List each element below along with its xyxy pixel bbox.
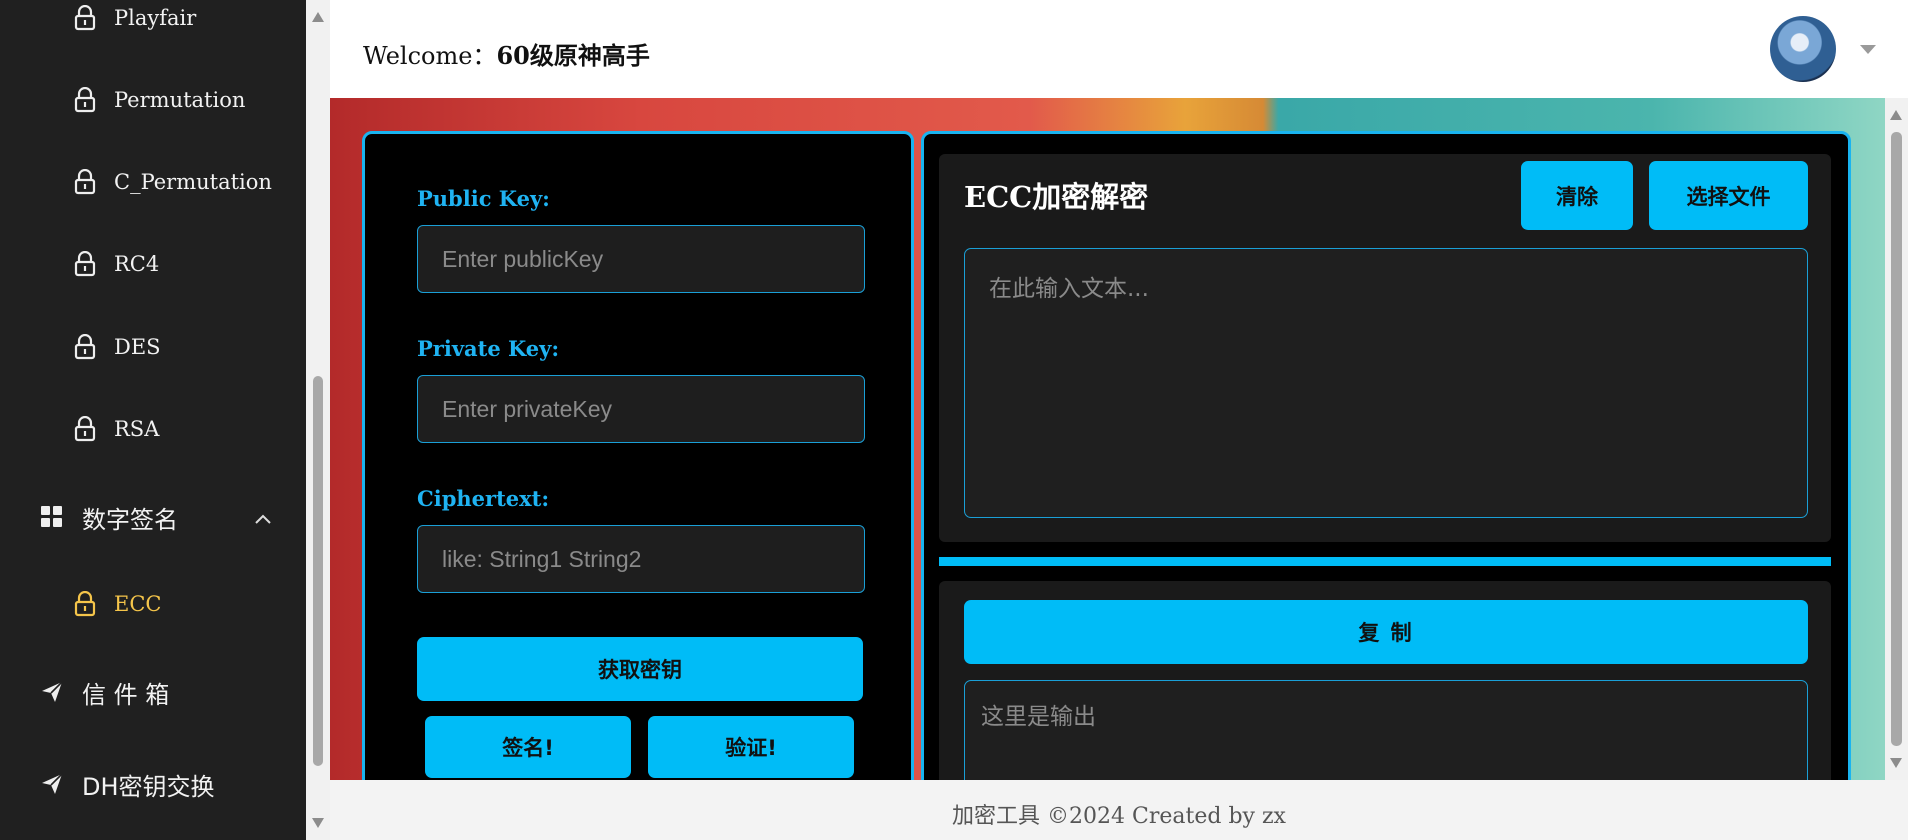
sidebar-item-label: Permutation xyxy=(114,88,246,112)
header: Welcome：60级原神高手 xyxy=(330,0,1908,98)
lock-icon xyxy=(72,85,98,115)
text-input[interactable] xyxy=(964,248,1808,518)
sidebar-item-label: Playfair xyxy=(114,6,197,30)
footer: 加密工具 ©2024 Created by zx xyxy=(330,780,1908,840)
sidebar-item-c-permutation[interactable]: C_Permutation xyxy=(0,162,306,202)
sidebar-scrollbar[interactable] xyxy=(306,0,330,840)
lock-icon xyxy=(72,332,98,362)
ciphertext-label: Ciphertext: xyxy=(417,486,550,511)
ecc-panel: ECC加密解密 清除 选择文件 复 制 xyxy=(921,131,1851,820)
key-panel: Public Key: Private Key: Ciphertext: 获取密… xyxy=(362,131,914,791)
sidebar-item-dh-exchange[interactable]: DH密钥交换 xyxy=(0,764,306,804)
copy-button[interactable]: 复 制 xyxy=(964,600,1808,664)
footer-text: 加密工具 ©2024 Created by zx xyxy=(952,804,1286,829)
sidebar-item-label: RC4 xyxy=(114,252,160,276)
welcome-text: Welcome：60级原神高手 xyxy=(363,36,650,71)
sidebar: Playfair Permutation C_Permutation RC4 D… xyxy=(0,0,306,840)
public-key-label: Public Key: xyxy=(417,186,550,211)
input-card: ECC加密解密 清除 选择文件 xyxy=(939,154,1831,542)
sidebar-item-mailbox[interactable]: 信 件 箱 xyxy=(0,672,306,712)
grid-icon xyxy=(38,503,66,531)
panel-title: ECC加密解密 xyxy=(964,180,1149,214)
choose-file-button[interactable]: 选择文件 xyxy=(1649,161,1808,230)
sidebar-item-des[interactable]: DES xyxy=(0,327,306,367)
lock-icon xyxy=(72,249,98,279)
sign-button[interactable]: 签名! xyxy=(425,716,631,778)
sidebar-item-label: ECC xyxy=(114,592,162,616)
clear-button[interactable]: 清除 xyxy=(1521,161,1633,230)
lock-icon xyxy=(72,3,98,33)
sidebar-item-ecc[interactable]: ECC xyxy=(0,584,306,624)
lock-icon xyxy=(72,167,98,197)
sidebar-item-label: C_Permutation xyxy=(114,170,272,194)
sidebar-group-digital-signature[interactable]: 数字签名 xyxy=(0,497,306,537)
send-icon xyxy=(38,678,66,706)
private-key-label: Private Key: xyxy=(417,336,560,361)
main-scrollbar[interactable] xyxy=(1885,98,1908,780)
lock-icon xyxy=(72,589,98,619)
scroll-down-arrow-icon[interactable] xyxy=(1890,758,1902,768)
sidebar-item-label: RSA xyxy=(114,417,160,441)
verify-button[interactable]: 验证! xyxy=(648,716,854,778)
send-icon xyxy=(38,770,66,798)
scroll-up-arrow-icon[interactable] xyxy=(1890,110,1902,120)
scroll-up-arrow-icon[interactable] xyxy=(312,12,324,22)
ciphertext-input[interactable] xyxy=(417,525,865,593)
get-key-button[interactable]: 获取密钥 xyxy=(417,637,863,701)
sidebar-item-label: 信 件 箱 xyxy=(82,680,170,709)
lock-icon xyxy=(72,414,98,444)
avatar[interactable] xyxy=(1770,16,1836,82)
private-key-input[interactable] xyxy=(417,375,865,443)
welcome-prefix: Welcome： xyxy=(363,42,497,70)
scrollbar-thumb[interactable] xyxy=(313,376,323,766)
sidebar-item-rsa[interactable]: RSA xyxy=(0,409,306,449)
sidebar-item-permutation[interactable]: Permutation xyxy=(0,80,306,120)
sidebar-item-rc4[interactable]: RC4 xyxy=(0,244,306,284)
sidebar-item-label: DES xyxy=(114,335,161,359)
scrollbar-thumb[interactable] xyxy=(1891,132,1902,746)
sidebar-item-playfair[interactable]: Playfair xyxy=(0,0,306,36)
output-card: 复 制 xyxy=(939,581,1831,820)
sidebar-item-label: DH密钥交换 xyxy=(82,772,215,801)
sidebar-group-label: 数字签名 xyxy=(82,505,178,534)
caret-down-icon[interactable] xyxy=(1860,45,1876,54)
chevron-up-icon xyxy=(254,503,272,531)
public-key-input[interactable] xyxy=(417,225,865,293)
scroll-down-arrow-icon[interactable] xyxy=(312,818,324,828)
username: 60级原神高手 xyxy=(496,41,650,70)
divider xyxy=(939,557,1831,566)
